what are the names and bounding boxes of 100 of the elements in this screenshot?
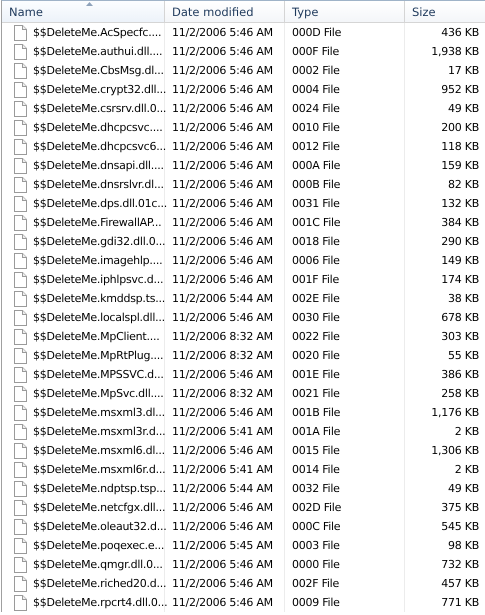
table-cell: 11/2/2006 5:46 AM [172, 216, 273, 229]
file-icon [14, 214, 27, 230]
table-cell: 0018 File [292, 235, 340, 248]
file-icon [14, 24, 27, 40]
column-header[interactable]: Date modified [165, 1, 285, 23]
file-name[interactable]: $$DeleteMe.csrsrv.dll.0... [33, 102, 166, 115]
file-name[interactable]: $$DeleteMe.FirewallAP... [33, 216, 162, 229]
table-cell: 11/2/2006 5:46 AM [172, 406, 273, 419]
table-cell: 11/2/2006 5:46 AM [172, 159, 273, 172]
file-name[interactable]: $$DeleteMe.authui.dll.... [33, 45, 162, 58]
table-cell: 0015 File [292, 444, 340, 457]
file-name[interactable]: $$DeleteMe.ndptsp.tsp... [33, 482, 166, 495]
file-icon [14, 234, 27, 250]
file-icon [14, 120, 27, 136]
table-cell: 11/2/2006 5:46 AM [172, 444, 273, 457]
column-header[interactable]: Type [285, 1, 405, 23]
table-cell: 1,938 KB [431, 45, 479, 58]
table-cell: 11/2/2006 5:46 AM [172, 197, 273, 210]
table-cell: 0021 File [292, 387, 340, 400]
file-name[interactable]: $$DeleteMe.poqexec.e... [33, 539, 164, 552]
table-cell: 001A File [292, 425, 340, 438]
file-name[interactable]: $$DeleteMe.crypt32.dll... [33, 83, 166, 96]
table-cell: 132 KB [441, 197, 479, 210]
file-name[interactable]: $$DeleteMe.MpSvc.dll.... [33, 387, 164, 400]
table-cell: 375 KB [441, 501, 479, 514]
file-icon [14, 310, 27, 326]
table-cell: 002E File [292, 292, 340, 305]
table-cell: 000C File [292, 520, 340, 533]
file-name[interactable]: $$DeleteMe.dps.dll.01c... [33, 197, 167, 210]
table-cell: 11/2/2006 5:46 AM [172, 26, 273, 39]
table-cell: 952 KB [441, 83, 479, 96]
file-name[interactable]: $$DeleteMe.kmddsp.ts... [33, 292, 165, 305]
table-cell: 11/2/2006 5:46 AM [172, 501, 273, 514]
table-cell: 11/2/2006 5:46 AM [172, 558, 273, 571]
table-cell: 290 KB [441, 235, 479, 248]
table-cell: 000F File [292, 45, 339, 58]
table-cell: 38 KB [448, 292, 479, 305]
file-name[interactable]: $$DeleteMe.msxml6.dl... [33, 444, 165, 457]
table-cell: 11/2/2006 5:44 AM [172, 482, 273, 495]
file-name[interactable]: $$DeleteMe.dnsrslvr.dl... [33, 178, 164, 191]
file-name[interactable]: $$DeleteMe.dhcpcsvc6... [33, 140, 166, 153]
table-cell: 2 KB [454, 425, 479, 438]
file-name[interactable]: $$DeleteMe.MPSSVC.d... [33, 368, 164, 381]
table-cell: 000A File [292, 159, 340, 172]
file-name[interactable]: $$DeleteMe.iphlpsvc.d... [33, 273, 164, 286]
file-name[interactable]: $$DeleteMe.AcSpecfc.... [33, 26, 162, 39]
file-name[interactable]: $$DeleteMe.dhcpcsvc.... [33, 121, 162, 134]
table-cell: 11/2/2006 5:46 AM [172, 102, 273, 115]
file-icon [14, 196, 27, 212]
table-cell: 457 KB [441, 577, 479, 590]
file-name[interactable]: $$DeleteMe.dnsapi.dll.... [33, 159, 164, 172]
file-icon [14, 462, 27, 478]
file-name[interactable]: $$DeleteMe.gdi32.dll.0... [33, 235, 166, 248]
table-cell: 732 KB [441, 558, 479, 571]
table-cell: 159 KB [441, 159, 479, 172]
file-name[interactable]: $$DeleteMe.rpcrt4.dll.0... [33, 596, 168, 609]
file-icon [14, 404, 27, 420]
file-name[interactable]: $$DeleteMe.localspl.dll... [33, 311, 165, 324]
file-icon [14, 386, 27, 402]
file-icon [14, 348, 27, 364]
file-icon [14, 538, 27, 554]
table-cell: 11/2/2006 5:46 AM [172, 577, 273, 590]
column-header[interactable]: Name [2, 1, 165, 23]
file-name[interactable]: $$DeleteMe.MpClient.... [33, 330, 160, 343]
table-cell: 000D File [292, 26, 342, 39]
table-cell: 0014 File [292, 463, 340, 476]
table-cell: 000B File [292, 178, 340, 191]
file-name[interactable]: $$DeleteMe.msxml3.dl... [33, 406, 165, 419]
table-cell: 49 KB [448, 482, 479, 495]
table-cell: 98 KB [448, 539, 479, 552]
file-name[interactable]: $$DeleteMe.netcfgx.dll... [33, 501, 166, 514]
file-icon [14, 480, 27, 496]
table-cell: 11/2/2006 5:45 AM [172, 539, 273, 552]
table-cell: 11/2/2006 5:46 AM [172, 235, 273, 248]
file-name[interactable]: $$DeleteMe.oleaut32.d... [33, 520, 166, 533]
table-cell: 0020 File [292, 349, 340, 362]
table-cell: 11/2/2006 5:46 AM [172, 311, 273, 324]
file-name[interactable]: $$DeleteMe.CbsMsg.dl... [33, 64, 164, 77]
table-cell: 11/2/2006 5:46 AM [172, 273, 273, 286]
table-cell: 174 KB [441, 273, 479, 286]
table-cell: 001E File [292, 368, 340, 381]
file-icon [14, 138, 27, 154]
file-name[interactable]: $$DeleteMe.qmgr.dll.0... [33, 558, 163, 571]
table-cell: 386 KB [441, 368, 479, 381]
file-name[interactable]: $$DeleteMe.msxml6r.d... [33, 463, 166, 476]
table-cell: 200 KB [441, 121, 479, 134]
file-name[interactable]: $$DeleteMe.MpRtPlug.... [33, 349, 164, 362]
file-icon [14, 82, 27, 98]
file-icon [14, 424, 27, 440]
table-cell: 11/2/2006 5:46 AM [172, 520, 273, 533]
table-cell: 0031 File [292, 197, 340, 210]
file-name[interactable]: $$DeleteMe.msxml3r.d... [33, 425, 166, 438]
table-cell: 11/2/2006 5:46 AM [172, 45, 273, 58]
file-name[interactable]: $$DeleteMe.riched20.d... [33, 577, 166, 590]
file-icon [14, 328, 27, 344]
table-cell: 436 KB [441, 26, 479, 39]
table-cell: 0024 File [292, 102, 340, 115]
file-icon [14, 366, 27, 382]
table-cell: 11/2/2006 5:46 AM [172, 254, 273, 267]
file-name[interactable]: $$DeleteMe.imagehlp.... [33, 254, 162, 267]
